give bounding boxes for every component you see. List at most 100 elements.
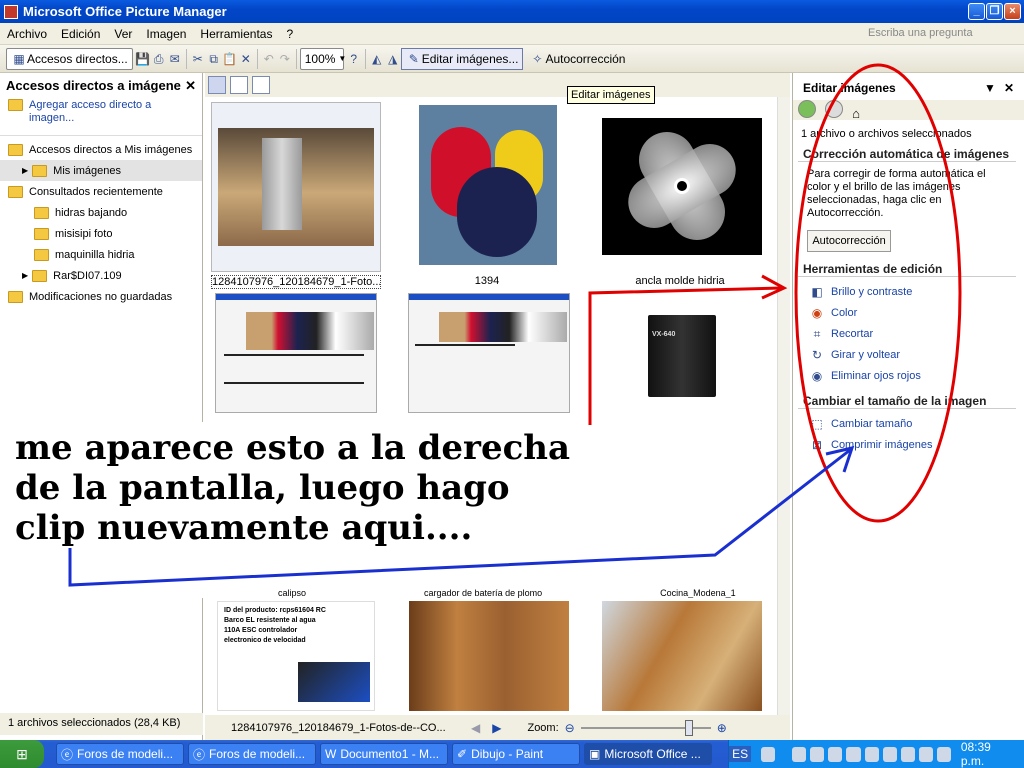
filmstrip-view-icon[interactable] (230, 76, 248, 94)
tree-item[interactable]: hidras bajando (0, 202, 202, 223)
thumbnail-screenshot-2[interactable] (408, 293, 570, 413)
network-icon[interactable] (792, 746, 807, 762)
thumbnail-buoys[interactable] (419, 105, 557, 265)
product-doc-text: ID del producto: rcps61604 RC Barco EL r… (224, 607, 326, 644)
tree-item[interactable]: Modificaciones no guardadas (0, 286, 202, 307)
thumbnail-kitchen[interactable] (211, 102, 381, 272)
undo-icon[interactable]: ↶ (261, 51, 277, 67)
taskbar: ⊞ ⓔ Foros de modeli... ⓔ Foros de modeli..… (0, 740, 1024, 768)
home-icon[interactable]: ⌂ (852, 106, 860, 121)
picture-manager-icon: ▣ (589, 747, 601, 761)
add-shortcut-link[interactable]: Agregar acceso directo a imagen... (0, 97, 202, 127)
thumbnail-deck-2[interactable] (602, 601, 762, 711)
prev-arrow-icon[interactable]: ◀ (471, 721, 480, 735)
tree-item-label: hidras bajando (55, 206, 128, 219)
tree-item[interactable]: ▶ Mis imágenes (0, 160, 202, 181)
tree-item[interactable]: ▶ Rar$DI07.109 (0, 265, 202, 286)
antivirus-icon[interactable] (864, 746, 879, 762)
annotation-line: me aparece esto a la derecha (15, 428, 571, 468)
edit-images-tooltip: Editar imágenes (567, 86, 655, 104)
cut-icon[interactable]: ✂ (190, 51, 206, 67)
folder-icon (32, 164, 48, 177)
crop-icon: ⌗ (813, 326, 821, 341)
shortcuts-label: Accesos directos... (27, 51, 128, 66)
annotation-text-box: me aparece esto a la derecha de la panta… (10, 422, 776, 588)
tool-resize[interactable]: ⬚ Cambiar tamaño (793, 413, 1024, 434)
menu-herramientas[interactable]: Herramientas (193, 27, 279, 41)
zoom-slider[interactable] (580, 719, 711, 736)
update-icon[interactable] (882, 746, 897, 762)
tool-rotate[interactable]: ↻ Girar y voltear (793, 344, 1024, 365)
thumbnail-product-doc[interactable]: ID del producto: rcps61604 RC Barco EL r… (217, 601, 375, 711)
tool-red-eye[interactable]: ◉ Eliminar ojos rojos (793, 365, 1024, 386)
maximize-button[interactable]: ❐ (986, 3, 1003, 20)
menu-imagen[interactable]: Imagen (139, 27, 193, 41)
close-icon[interactable]: ✕ (185, 78, 196, 93)
autocorrect-button[interactable]: ✧ Autocorrección (525, 48, 629, 70)
printer-icon[interactable] (936, 746, 951, 762)
next-arrow-icon[interactable]: ▶ (492, 721, 501, 735)
messenger-icon[interactable] (846, 746, 861, 762)
paste-icon[interactable]: 📋 (222, 51, 238, 67)
start-button[interactable]: ⊞ (0, 740, 44, 768)
save-icon[interactable]: 💾 (135, 51, 151, 67)
taskbar-item[interactable]: ⓔ Foros de modeli... (56, 743, 184, 765)
zoom-select[interactable]: 100% ▼ (299, 47, 346, 70)
close-icon[interactable]: ✕ (1004, 81, 1014, 95)
display-icon[interactable] (918, 746, 933, 762)
zoom-in-icon[interactable]: ⊕ (717, 721, 727, 735)
shortcuts-button[interactable]: ▦ Accesos directos... (6, 47, 133, 70)
zoom-out-icon[interactable]: ⊖ (565, 721, 575, 735)
chevron-down-icon[interactable]: ▼ (984, 81, 996, 95)
thumbnail-propeller[interactable] (602, 118, 762, 255)
autocorrect-pane-button[interactable]: Autocorrección (807, 230, 891, 252)
menu-help[interactable]: ? (279, 27, 300, 41)
menu-ver[interactable]: Ver (107, 27, 139, 41)
edit-images-button[interactable]: ✎ Editar imágenes... (400, 47, 524, 70)
tree-item[interactable]: Consultados recientemente (0, 181, 202, 202)
tool-compress[interactable]: ⊠ Comprimir imágenes (793, 434, 1024, 455)
tool-color[interactable]: ◉ Color (793, 302, 1024, 323)
thumbnail-screenshot-1[interactable] (215, 293, 377, 413)
red-eye-icon: ◉ (811, 368, 823, 383)
close-button[interactable]: × (1004, 3, 1021, 20)
tree-item[interactable]: maquinilla hidria (0, 244, 202, 265)
keyboard-icon[interactable] (761, 746, 776, 762)
menu-edicion[interactable]: Edición (54, 27, 107, 41)
shortcuts-pane-title: Accesos directos a imágene (6, 78, 181, 93)
security-icon[interactable] (810, 746, 825, 762)
copy-icon[interactable]: ⧉ (206, 51, 222, 67)
forward-icon[interactable] (825, 100, 844, 118)
rotate-right-icon[interactable]: ◮ (385, 51, 401, 67)
expand-icon[interactable]: ▶ (22, 166, 28, 175)
volume-icon[interactable] (828, 746, 843, 762)
rotate-left-icon[interactable]: ◭ (369, 51, 385, 67)
email-icon[interactable]: ✉ (167, 51, 183, 67)
gallery-scrollbar[interactable] (777, 97, 790, 715)
ie-icon: ⓔ (61, 747, 74, 762)
thumbnail-view-icon[interactable] (208, 76, 226, 94)
single-view-icon[interactable] (252, 76, 270, 94)
thumbnail-deck-1[interactable] (409, 601, 569, 711)
tool-brightness[interactable]: ◧ Brillo y contraste (793, 281, 1024, 302)
thumbnail-battery[interactable]: VX-640 (602, 309, 762, 401)
tree-item[interactable]: Accesos directos a Mis imágenes (0, 139, 202, 160)
tool-crop[interactable]: ⌗ Recortar (793, 323, 1024, 344)
delete-icon[interactable]: ✕ (238, 51, 254, 67)
print-icon[interactable]: ⎙ (151, 51, 167, 67)
redo-icon[interactable]: ↷ (277, 51, 293, 67)
ask-question-box[interactable]: Escriba una pregunta (864, 25, 1014, 42)
edit-images-label: Editar imágenes... (421, 51, 519, 66)
menu-archivo[interactable]: Archivo (0, 27, 54, 41)
bluetooth-icon[interactable] (900, 746, 915, 762)
taskbar-item[interactable]: ⓔ Foros de modeli... (188, 743, 316, 765)
taskbar-item-active[interactable]: ▣ Microsoft Office ... (584, 743, 712, 765)
taskbar-item[interactable]: ✐ Dibujo - Paint (452, 743, 580, 765)
expand-icon[interactable]: ▶ (22, 271, 28, 280)
back-icon[interactable] (798, 100, 816, 118)
language-indicator[interactable]: ES (729, 746, 752, 762)
tree-item[interactable]: misisipi foto (0, 223, 202, 244)
minimize-button[interactable]: _ (968, 3, 985, 20)
taskbar-item[interactable]: W Documento1 - M... (320, 743, 448, 765)
help-icon[interactable]: ? (346, 51, 362, 67)
